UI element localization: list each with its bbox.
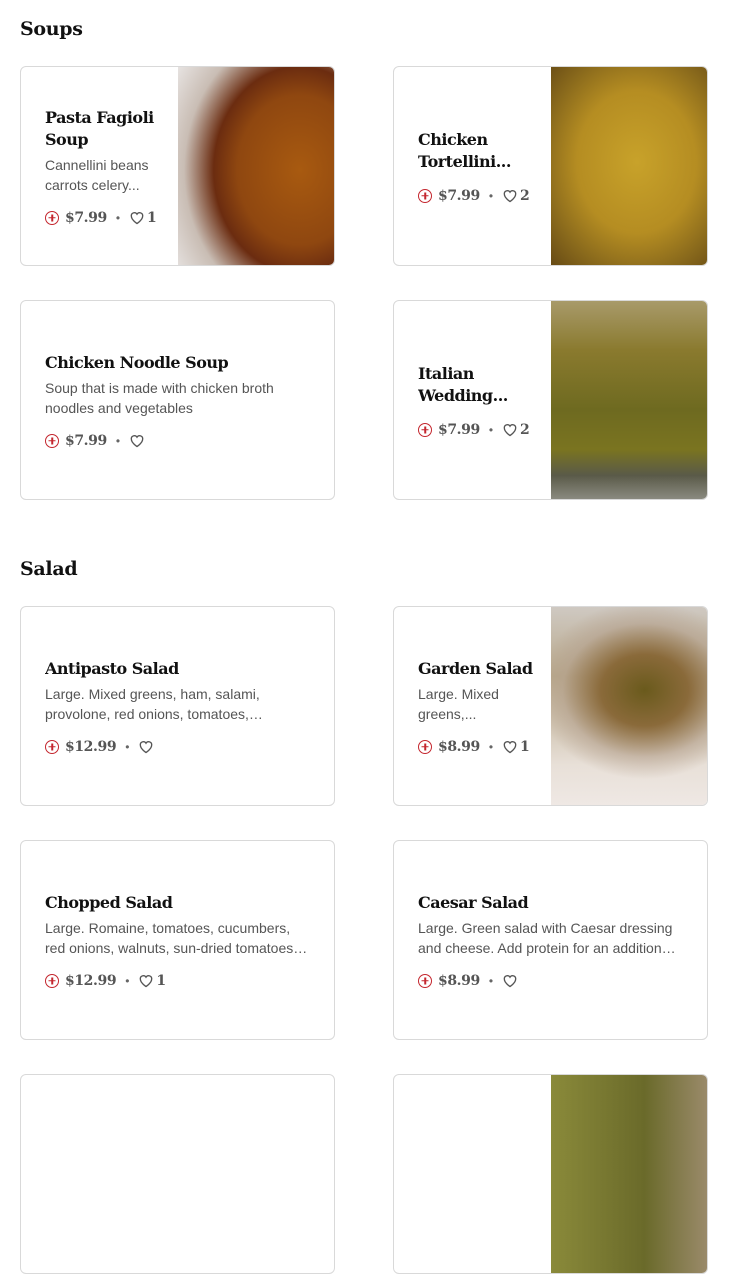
item-description: Soup that is made with chicken broth noo… — [45, 379, 274, 416]
separator-dot: • — [488, 188, 494, 203]
item-name: Pasta Fagioli Soup — [45, 107, 154, 149]
item-price: $8.99 — [438, 738, 480, 755]
like-count: 1 — [147, 209, 157, 226]
item-price: $7.99 — [65, 209, 107, 226]
section-title-soups: Soups — [20, 18, 83, 40]
item-photo — [551, 301, 707, 499]
section-title-salad: Salad — [20, 558, 78, 580]
menu-item-card[interactable]: Italian Wedding... $7.99 • 2 — [393, 300, 708, 500]
separator-dot: • — [125, 973, 130, 988]
heart-icon[interactable] — [502, 188, 518, 203]
menu-item-card[interactable]: Pasta Fagioli Soup Cannellini beans carr… — [20, 66, 335, 266]
menu-item-card[interactable]: Chicken Tortellini... $7.99 • 2 — [393, 66, 708, 266]
menu-item-card[interactable] — [20, 1074, 335, 1274]
heart-icon[interactable] — [129, 433, 145, 448]
heart-icon[interactable] — [129, 210, 145, 225]
item-name: Chopped Salad — [45, 892, 173, 912]
item-description: Large. Mixed greens, ham, salami, provol… — [45, 685, 260, 722]
item-price: $7.99 — [438, 421, 480, 438]
item-photo — [551, 67, 707, 265]
separator-dot: • — [488, 739, 494, 754]
item-name: Italian Wedding... — [418, 363, 508, 405]
separator-dot: • — [488, 422, 494, 437]
item-price: $7.99 — [438, 187, 480, 204]
heart-icon[interactable] — [502, 739, 518, 754]
add-circle-icon[interactable] — [45, 973, 59, 988]
item-price: $8.99 — [438, 972, 480, 989]
like-count: 1 — [520, 738, 530, 755]
heart-icon[interactable] — [502, 422, 518, 437]
item-price: $12.99 — [65, 972, 117, 989]
menu-item-card[interactable]: Caesar Salad Large. Green salad with Cae… — [393, 840, 708, 1040]
like-count: 1 — [156, 972, 167, 989]
separator-dot: • — [125, 739, 130, 754]
menu-item-card[interactable]: Chicken Noodle Soup Soup that is made wi… — [20, 300, 335, 500]
add-circle-icon[interactable] — [45, 739, 59, 754]
add-circle-icon[interactable] — [418, 973, 432, 988]
separator-dot: • — [115, 433, 121, 448]
add-circle-icon[interactable] — [418, 422, 432, 437]
item-photo — [551, 1075, 707, 1273]
menu-item-card[interactable]: Garden Salad Large. Mixed greens,... $8.… — [393, 606, 708, 806]
item-price: $12.99 — [65, 738, 117, 755]
item-photo — [178, 67, 334, 265]
item-description: Large. Mixed greens,... — [418, 685, 499, 722]
add-circle-icon[interactable] — [45, 433, 59, 448]
item-description: Cannellini beans carrots celery... — [45, 156, 149, 193]
like-count: 2 — [520, 187, 530, 204]
item-price: $7.99 — [65, 432, 107, 449]
menu-item-card[interactable] — [393, 1074, 708, 1274]
heart-icon[interactable] — [502, 973, 518, 988]
heart-icon[interactable] — [138, 973, 154, 988]
item-description: Large. Romaine, tomatoes, cucumbers, red… — [45, 919, 298, 956]
menu-item-card[interactable]: Antipasto Salad Large. Mixed greens, ham… — [20, 606, 335, 806]
add-circle-icon[interactable] — [418, 739, 432, 754]
item-name: Garden Salad — [418, 658, 533, 678]
separator-dot: • — [115, 210, 121, 225]
item-name: Chicken Noodle Soup — [45, 352, 229, 372]
item-description: Large. Green salad with Caesar dressing … — [418, 919, 673, 956]
menu-item-card[interactable]: Chopped Salad Large. Romaine, tomatoes, … — [20, 840, 335, 1040]
like-count: 2 — [520, 421, 530, 438]
item-name: Chicken Tortellini... — [418, 129, 511, 171]
add-circle-icon[interactable] — [45, 210, 59, 225]
item-name: Antipasto Salad — [45, 658, 179, 678]
item-photo — [551, 607, 707, 805]
item-name: Caesar Salad — [418, 892, 529, 912]
separator-dot: • — [488, 973, 494, 988]
add-circle-icon[interactable] — [418, 188, 432, 203]
heart-icon[interactable] — [138, 739, 154, 754]
